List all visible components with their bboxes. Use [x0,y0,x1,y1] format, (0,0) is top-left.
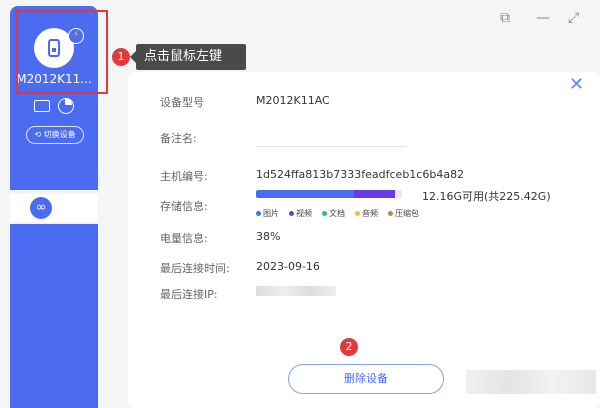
label-last-time: 最后连接时间: [160,262,230,275]
legend-docs: 文档 [322,208,345,220]
label-battery: 电量信息: [160,232,208,245]
legend-audio: 音频 [355,208,378,220]
sidebar-lower [10,224,98,408]
label-storage: 存储信息: [160,200,208,213]
legend-archive: 压缩包 [388,208,419,220]
storage-bar [256,190,402,198]
highlight-box [16,10,108,94]
expand-icon[interactable]: ⤢ [568,10,579,26]
switch-device-label: 切换设备 [43,130,76,139]
storage-segment-videos [353,190,395,198]
value-host-id: 1d524ffa813b7333feadfceb1c6b4a82 [256,168,465,181]
legend-images: 图片 [256,208,279,220]
delete-device-button[interactable]: 删除设备 [288,364,444,394]
value-model: M2012K11AC [256,94,330,107]
sidebar-item-connect[interactable]: ∞ [10,194,98,222]
device-detail-panel: ✕ 设备型号 M2012K11AC 备注名: 主机编号: 1d524ffa813… [128,72,600,408]
storage-pie-icon[interactable] [58,98,74,114]
storage-segment-images [256,190,354,198]
link-icon: ∞ [30,197,52,219]
label-remark: 备注名: [160,132,197,145]
switch-device-button[interactable]: ⟲ 切换设备 [26,126,84,144]
legend-videos: 视频 [289,208,312,220]
value-battery: 38% [256,230,281,243]
value-last-ip-redacted [256,286,336,296]
value-storage: 12.16G可用(共225.42G) [422,190,551,203]
app-window: ⧉ — ⤢ ⚡ M2012K11... ⟲ 切换设备 ∞ 1 点击鼠标左键 ✕ … [0,0,600,408]
pin-icon[interactable]: ⧉ [500,10,510,26]
close-icon[interactable]: ✕ [569,74,584,95]
minimize-icon[interactable]: — [536,10,550,26]
storage-legend: 图片 视频 文档 音频 压缩包 [256,208,419,220]
watermark-redacted [466,370,596,394]
step-badge-2: 2 [340,338,358,356]
label-last-ip: 最后连接IP: [160,288,218,301]
step-badge-1: 1 [112,48,130,66]
screen-cast-icon[interactable] [34,100,50,112]
label-host-id: 主机编号: [160,170,208,183]
label-model: 设备型号 [160,96,204,109]
device-tools [34,98,78,118]
value-last-time: 2023-09-16 [256,260,320,273]
step-tooltip: 点击鼠标左键 [130,44,246,70]
remark-input[interactable] [256,146,406,147]
